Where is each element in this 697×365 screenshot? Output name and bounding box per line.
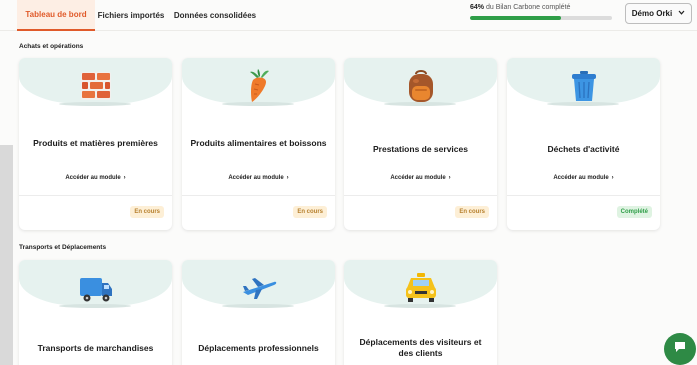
user-menu-button[interactable]: Démo Orki [625, 3, 692, 24]
card-title: Prestations de services [373, 144, 468, 154]
section-title-transports: Transports et Déplacements [19, 244, 107, 251]
progress-fill [470, 16, 561, 20]
user-name: Démo Orki [631, 9, 673, 18]
access-module-label: Accéder au module [390, 175, 446, 181]
tab-donnees-consolidees[interactable]: Données consolidées [170, 0, 260, 31]
page: Tableau de bord Fichiers importés Donnée… [0, 0, 697, 365]
module-card-produits-matieres[interactable]: Produits et matières premières Accéder a… [19, 58, 172, 230]
access-module-link[interactable]: Accéder au module › [344, 175, 497, 181]
chat-icon [673, 340, 687, 358]
chevron-right-icon: › [123, 175, 126, 181]
access-module-link[interactable]: Accéder au module › [182, 175, 335, 181]
progress-track [470, 16, 612, 20]
trash-bin-icon [565, 68, 603, 104]
chevron-right-icon: › [448, 175, 451, 181]
backpack-icon [402, 68, 440, 104]
card-divider [344, 195, 497, 196]
chevron-down-icon [678, 10, 685, 17]
tab-tableau-de-bord[interactable]: Tableau de bord [17, 0, 95, 31]
tab-fichiers-importes[interactable]: Fichiers importés [96, 0, 166, 31]
module-card-transports-marchandises[interactable]: Transports de marchandises [19, 260, 172, 365]
carrot-icon [240, 68, 278, 104]
module-card-produits-alimentaires[interactable]: Produits alimentaires et boissons Accéde… [182, 58, 335, 230]
top-navigation: Tableau de bord Fichiers importés Donnée… [0, 0, 697, 31]
card-divider [182, 195, 335, 196]
status-badge: En cours [293, 206, 327, 218]
module-card-dechets-activite[interactable]: Déchets d'activité Accéder au module › Co… [507, 58, 660, 230]
left-scroll-strip [0, 145, 13, 365]
access-module-label: Accéder au module [228, 175, 284, 181]
card-divider [507, 195, 660, 196]
progress-suffix: du Bilan Carbone complété [485, 4, 571, 11]
access-module-link[interactable]: Accéder au module › [19, 175, 172, 181]
status-badge: En cours [130, 206, 164, 218]
card-title: Produits et matières premières [33, 138, 158, 148]
card-title: Produits alimentaires et boissons [190, 138, 327, 148]
bricks-icon [77, 68, 115, 104]
module-card-prestations-services[interactable]: Prestations de services Accéder au modul… [344, 58, 497, 230]
airplane-icon [240, 270, 278, 306]
completion-progress: 64% du Bilan Carbone complété [470, 4, 615, 20]
chat-button[interactable] [664, 333, 696, 365]
card-title: Déplacements des visiteurs et des client… [359, 337, 482, 358]
card-title: Déplacements professionnels [198, 343, 319, 353]
card-divider [19, 195, 172, 196]
taxi-icon [402, 270, 440, 306]
card-title: Transports de marchandises [37, 343, 154, 353]
access-module-label: Accéder au module [553, 175, 609, 181]
access-module-link[interactable]: Accéder au module › [507, 175, 660, 181]
module-card-deplacements-professionnels[interactable]: Déplacements professionnels [182, 260, 335, 365]
card-title: Déchets d'activité [547, 144, 620, 154]
chevron-right-icon: › [286, 175, 289, 181]
module-card-deplacements-visiteurs[interactable]: Déplacements des visiteurs et des client… [344, 260, 497, 365]
status-badge: Complété [616, 206, 652, 218]
progress-percent: 64% [470, 4, 485, 11]
status-badge: En cours [455, 206, 489, 218]
chevron-right-icon: › [611, 175, 614, 181]
truck-icon [77, 270, 115, 306]
access-module-label: Accéder au module [65, 175, 121, 181]
section-title-achats: Achats et opérations [19, 43, 84, 50]
progress-text: 64% du Bilan Carbone complété [470, 4, 615, 11]
